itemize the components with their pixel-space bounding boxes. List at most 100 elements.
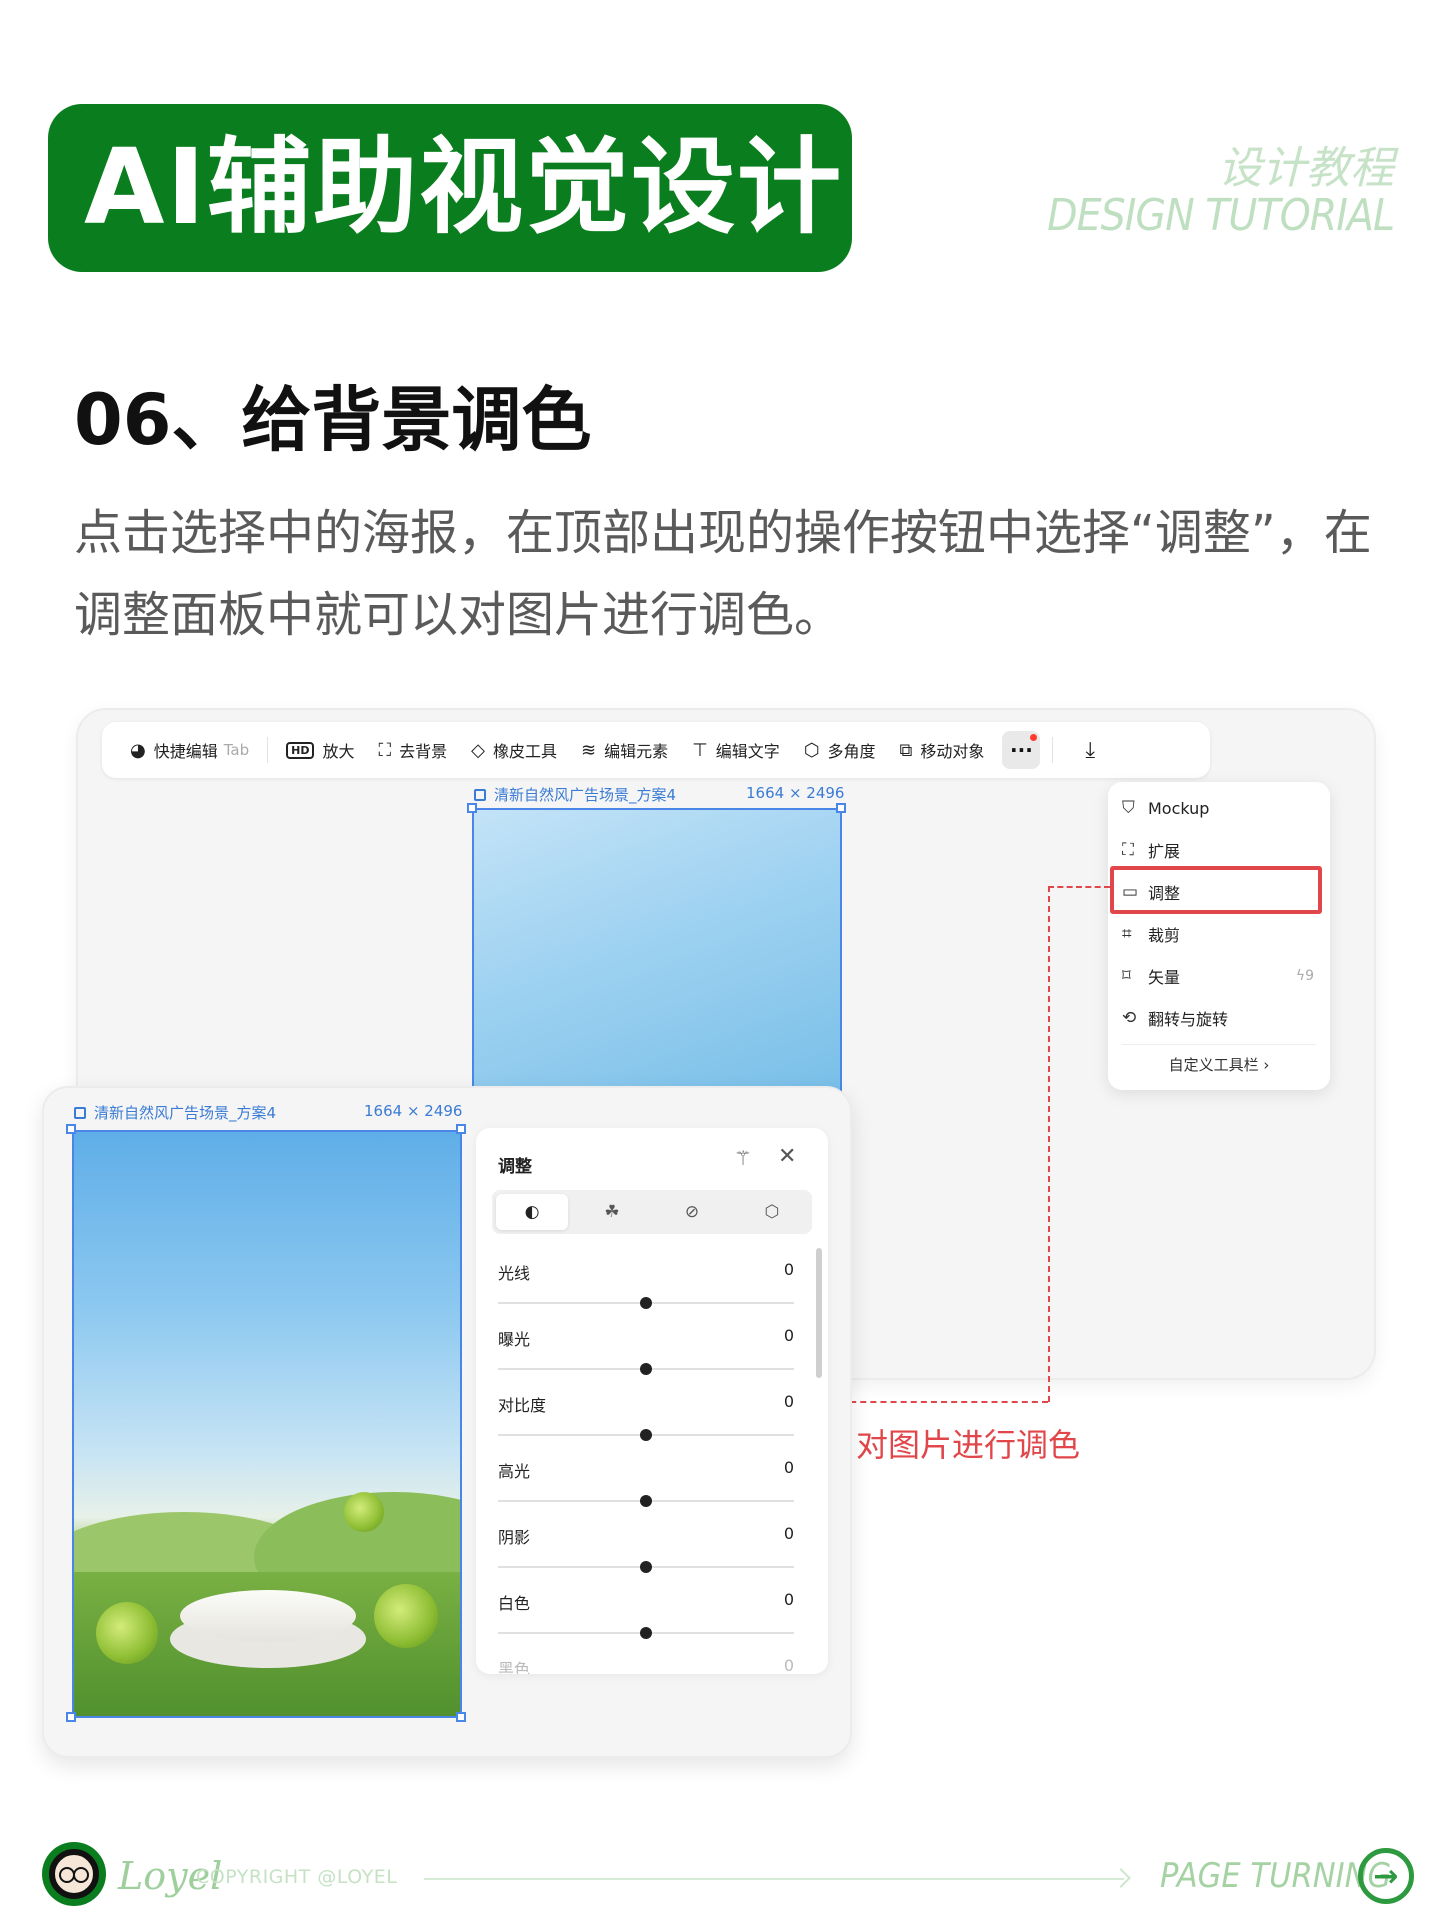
slider-knob[interactable] <box>640 1363 652 1375</box>
menu-item-flip-rotate[interactable]: ⟲ 翻转与旋转 <box>1122 998 1318 1038</box>
arrow-right-icon: → <box>1373 1858 1399 1894</box>
slider-knob[interactable] <box>640 1495 652 1507</box>
hd-icon: HD <box>286 741 315 759</box>
slider-label: 高光 <box>498 1462 531 1481</box>
toolbar-edit-elements[interactable]: ≋ 编辑元素 <box>569 722 680 778</box>
close-icon[interactable]: ✕ <box>778 1144 796 1169</box>
footer-line <box>424 1878 1124 1880</box>
notification-dot <box>1030 734 1038 741</box>
slider-row: 阴影 0 <box>498 1524 794 1590</box>
more-button[interactable]: ··· <box>1002 731 1041 769</box>
tab-effects[interactable]: ⊘ <box>656 1194 728 1230</box>
credit-badge: ϟ9 <box>1296 968 1314 984</box>
move-object-icon: ⧉ <box>899 739 913 761</box>
flip-rotate-icon: ⟲ <box>1122 1008 1137 1028</box>
more-icon: ··· <box>1010 738 1033 762</box>
adjust-tabs: ◐ ☘ ⊘ ⬡ <box>492 1190 812 1234</box>
menu-item-expand[interactable]: ⛶ 扩展 <box>1122 830 1318 870</box>
step-description: 点击选择中的海报，在顶部出现的操作按钮中选择“调整”，在调整面板中就可以对图片进… <box>74 505 1372 643</box>
file-name-text: 清新自然风广告场景_方案4 <box>94 1104 277 1122</box>
adjust-highlight-box <box>1110 866 1322 914</box>
image-icon <box>74 1107 86 1119</box>
cube-icon: ⬡ <box>803 739 820 761</box>
resize-handle[interactable] <box>456 1712 466 1722</box>
toolbar-multi-angle[interactable]: ⬡ 多角度 <box>792 722 888 778</box>
shortcut-hint: Tab <box>223 741 250 759</box>
file-name-text: 清新自然风广告场景_方案4 <box>494 786 677 804</box>
tab-details[interactable]: ⬡ <box>736 1194 808 1230</box>
menu-label: 翻转与旋转 <box>1148 1010 1229 1029</box>
toolbar-edit-text[interactable]: ⊤ 编辑文字 <box>680 722 792 778</box>
slider-label: 阴影 <box>498 1528 531 1547</box>
toolbar-label: 多角度 <box>827 742 876 761</box>
file-name-front: 清新自然风广告场景_方案4 <box>74 1102 276 1123</box>
resize-handle[interactable] <box>467 803 477 813</box>
resize-handle[interactable] <box>66 1712 76 1722</box>
slider-label: 曝光 <box>498 1330 531 1349</box>
top-toolbar: ◕ 快捷编辑 Tab HD 放大 ⛶ 去背景 ◇ 橡皮工具 ≋ 编辑元素 ⊤ 编… <box>102 722 1210 778</box>
slider-row: 光线 0 <box>498 1260 794 1326</box>
poster-image-back[interactable] <box>472 808 842 1094</box>
page-turning-text: PAGE TURNING <box>1160 1856 1392 1896</box>
slider-label: 黑色 <box>498 1660 531 1674</box>
toolbar-label: 放大 <box>322 742 355 761</box>
slider-row: 对比度 0 <box>498 1392 794 1458</box>
resize-handle[interactable] <box>456 1124 466 1134</box>
toolbar-quick-edit[interactable]: ◕ 快捷编辑 Tab <box>118 722 261 778</box>
next-page-button[interactable]: → <box>1358 1848 1414 1904</box>
effects-icon: ⊘ <box>684 1202 700 1222</box>
file-size-front: 1664 × 2496 <box>364 1102 463 1120</box>
remove-bg-icon: ⛶ <box>378 739 392 761</box>
slider-knob[interactable] <box>640 1627 652 1639</box>
details-icon: ⬡ <box>764 1202 780 1222</box>
toolbar-label: 编辑元素 <box>604 742 669 761</box>
toolbar-label: 编辑文字 <box>715 742 780 761</box>
lime <box>96 1602 158 1664</box>
toolbar-divider <box>267 737 269 763</box>
scrollbar[interactable] <box>816 1248 822 1378</box>
toolbar-eraser[interactable]: ◇ 橡皮工具 <box>459 722 569 778</box>
menu-item-mockup[interactable]: ⛉ Mockup <box>1122 788 1318 828</box>
crop-icon: ⌗ <box>1122 924 1132 944</box>
tag-cn: 设计教程 <box>1218 143 1394 194</box>
auto-adjust-wand-icon[interactable]: ⚚ <box>734 1146 752 1170</box>
image-icon <box>474 789 486 801</box>
more-menu: ⛉ Mockup ⛶ 扩展 ▭ 调整 ⌗ 裁剪 ⌑ 矢量 ϟ9 ⟲ 翻转与旋转 … <box>1108 782 1330 1090</box>
slider-label: 白色 <box>498 1594 531 1613</box>
lime <box>374 1584 438 1648</box>
shirt-icon: ⛉ <box>1122 798 1135 818</box>
resize-handle[interactable] <box>836 803 846 813</box>
avatar <box>42 1842 106 1906</box>
menu-label: 扩展 <box>1148 842 1181 861</box>
copyright-text: COPYRIGHT @LOYEL <box>196 1866 398 1888</box>
toolbar-remove-bg[interactable]: ⛶ 去背景 <box>367 722 460 778</box>
credit-count: 9 <box>1305 968 1314 984</box>
toolbar-divider <box>1052 737 1054 763</box>
eraser-icon: ◇ <box>471 739 485 761</box>
annotation-line <box>1048 886 1110 888</box>
slider-value: 0 <box>783 1656 794 1674</box>
tab-light[interactable]: ◐ <box>496 1194 568 1230</box>
toolbar-move-object[interactable]: ⧉ 移动对象 <box>888 722 997 778</box>
slider-knob[interactable] <box>640 1297 652 1309</box>
menu-item-crop[interactable]: ⌗ 裁剪 <box>1122 914 1318 954</box>
menu-divider <box>1122 1044 1316 1045</box>
slider-value: 0 <box>783 1524 794 1543</box>
customize-toolbar-link[interactable]: 自定义工具栏 › <box>1108 1054 1330 1075</box>
toolbar-label: 快捷编辑 <box>153 742 218 761</box>
slider-knob[interactable] <box>640 1429 652 1441</box>
poster-image-front[interactable] <box>72 1130 462 1718</box>
toolbar-label: 去背景 <box>399 742 448 761</box>
light-icon: ◐ <box>524 1202 540 1222</box>
slider-row: 白色 0 <box>498 1590 794 1656</box>
resize-handle[interactable] <box>66 1124 76 1134</box>
menu-item-vector[interactable]: ⌑ 矢量 ϟ9 <box>1122 956 1318 996</box>
download-button[interactable]: ⤓ <box>1075 722 1105 778</box>
slider-value: 0 <box>783 1326 794 1345</box>
vector-icon: ⌑ <box>1122 966 1131 986</box>
slider-value: 0 <box>783 1260 794 1279</box>
toolbar-upscale[interactable]: HD 放大 <box>274 722 366 778</box>
tab-color[interactable]: ☘ <box>576 1194 648 1230</box>
slider-knob[interactable] <box>640 1561 652 1573</box>
slider-value: 0 <box>783 1392 794 1411</box>
